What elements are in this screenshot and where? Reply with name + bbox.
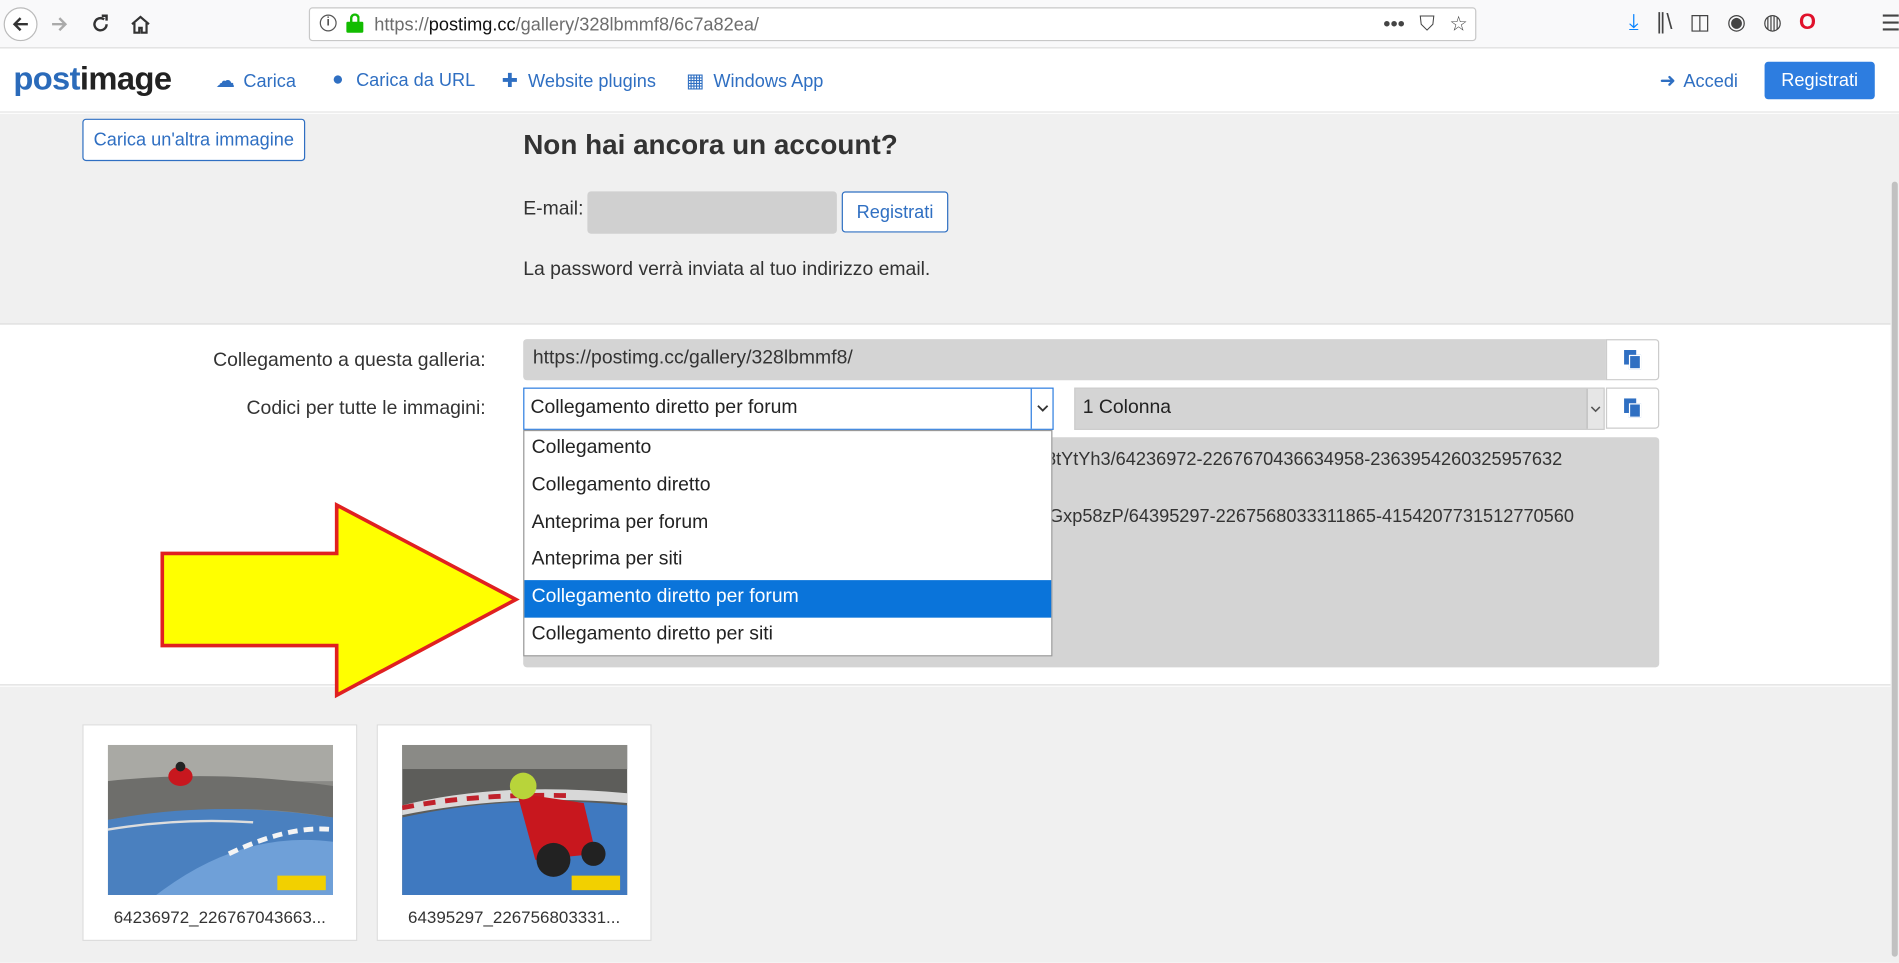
postimage-logo[interactable]: postimage bbox=[13, 61, 172, 99]
copy-gallery-link-button[interactable] bbox=[1605, 339, 1660, 381]
image-caption: 64236972_226767043663... bbox=[113, 907, 326, 927]
cloud-upload-icon: ☁ bbox=[215, 71, 235, 93]
puzzle-icon: ✚ bbox=[501, 71, 518, 93]
back-arrow-icon[interactable] bbox=[3, 7, 38, 42]
image-caption: 64395297_226756803331... bbox=[408, 907, 621, 927]
download-icon[interactable]: ⤓ bbox=[1629, 10, 1639, 35]
gallery-section: 64236972_226767043663... 64395297_226756… bbox=[0, 686, 1899, 963]
page-scrollbar[interactable] bbox=[1890, 113, 1899, 963]
codes-label: Codici per tutte le immagini: bbox=[246, 398, 486, 420]
lock-icon[interactable] bbox=[346, 13, 364, 33]
globe-icon: ● bbox=[332, 69, 344, 90]
url-text[interactable]: https://postimg.cc/gallery/328lbmmf8/6c7… bbox=[374, 15, 759, 36]
gallery-link-field[interactable]: https://postimg.cc/gallery/328lbmmf8/ bbox=[523, 339, 1606, 381]
library-icon[interactable]: ∥\ bbox=[1656, 10, 1673, 35]
copy-icon bbox=[1624, 350, 1642, 370]
upload-another-button[interactable]: Carica un'altra immagine bbox=[82, 118, 306, 162]
chevron-down-icon[interactable] bbox=[1586, 388, 1604, 429]
format-select-value: Collegamento diretto per forum bbox=[530, 397, 798, 418]
forward-arrow-icon[interactable] bbox=[44, 8, 75, 39]
nav-label: Website plugins bbox=[528, 70, 656, 92]
opera-icon[interactable]: O bbox=[1799, 10, 1816, 35]
nav-label: Carica da URL bbox=[356, 69, 476, 91]
nav-label: Windows App bbox=[713, 70, 824, 92]
login-link[interactable]: ➜ Accedi bbox=[1659, 69, 1738, 93]
bookmark-star-icon[interactable]: ☆ bbox=[1449, 12, 1467, 36]
password-note: La password verrà inviata al tuo indiriz… bbox=[523, 259, 931, 280]
image-card[interactable]: 64395297_226756803331... bbox=[376, 724, 652, 942]
windows-icon: ▦ bbox=[686, 71, 705, 93]
copy-icon bbox=[1624, 398, 1642, 418]
copy-codes-button[interactable] bbox=[1605, 387, 1660, 429]
annotation-arrow bbox=[160, 502, 520, 699]
dropdown-option[interactable]: Anteprima per siti bbox=[524, 543, 1051, 580]
dropdown-option-selected[interactable]: Collegamento diretto per forum bbox=[524, 580, 1052, 618]
format-select[interactable]: Collegamento diretto per forum bbox=[523, 387, 1054, 430]
code-line: c/K8tYtYh3/64236972-2267670436634958-236… bbox=[1019, 449, 1563, 470]
thumbnail-image[interactable] bbox=[107, 744, 334, 896]
chevron-down-icon[interactable] bbox=[1030, 388, 1053, 429]
extension-icon[interactable]: ◍ bbox=[1763, 10, 1782, 35]
dropdown-option[interactable]: Collegamento diretto per siti bbox=[524, 618, 1051, 655]
register-button-top[interactable]: Registrati bbox=[1764, 61, 1875, 100]
browser-toolbar: i https://postimg.cc/gallery/328lbmmf8/6… bbox=[0, 0, 1899, 49]
sign-in-icon: ➜ bbox=[1659, 71, 1676, 93]
nav-carica[interactable]: ☁ Carica bbox=[214, 69, 296, 93]
info-icon[interactable]: i bbox=[319, 14, 337, 32]
more-actions-icon[interactable]: ••• bbox=[1383, 12, 1405, 36]
pocket-icon[interactable]: ⛉ bbox=[1419, 12, 1434, 36]
scrollbar-thumb[interactable] bbox=[1891, 181, 1898, 957]
register-button[interactable]: Registrati bbox=[841, 191, 949, 233]
email-field[interactable] bbox=[587, 191, 837, 234]
nav-label: Carica bbox=[243, 70, 296, 92]
account-section: Carica un'altra immagine Non hai ancora … bbox=[0, 113, 1899, 325]
login-label: Accedi bbox=[1683, 70, 1738, 92]
site-header: postimage ☁ Carica ● Carica da URL ✚ Web… bbox=[0, 49, 1899, 113]
code-line: c/MGxp58zP/64395297-2267568033311865-415… bbox=[1019, 506, 1574, 527]
nav-windows-app[interactable]: ▦ Windows App bbox=[684, 69, 823, 93]
sidebar-icon[interactable]: ◫ bbox=[1689, 10, 1710, 35]
dropdown-option[interactable]: Collegamento diretto bbox=[524, 468, 1051, 505]
dropdown-option[interactable]: Anteprima per forum bbox=[524, 506, 1051, 543]
email-label: E-mail: bbox=[523, 198, 584, 220]
columns-select-value: 1 Colonna bbox=[1082, 397, 1172, 418]
account-title: Non hai ancora un account? bbox=[523, 128, 898, 160]
image-card[interactable]: 64236972_226767043663... bbox=[82, 724, 358, 942]
reload-icon[interactable] bbox=[85, 8, 116, 39]
account-icon[interactable]: ◉ bbox=[1727, 10, 1746, 35]
thumbnail-image[interactable] bbox=[402, 744, 628, 896]
nav-carica-da-url[interactable]: ● Carica da URL bbox=[327, 69, 475, 91]
nav-website-plugins[interactable]: ✚ Website plugins bbox=[499, 69, 656, 93]
home-icon[interactable] bbox=[125, 8, 156, 39]
dropdown-option[interactable]: Collegamento bbox=[524, 431, 1051, 468]
url-bar[interactable]: i https://postimg.cc/gallery/328lbmmf8/6… bbox=[308, 7, 1477, 42]
gallery-link-label: Collegamento a questa galleria: bbox=[213, 350, 486, 371]
format-dropdown-list: Collegamento Collegamento diretto Antepr… bbox=[523, 429, 1053, 657]
menu-icon[interactable]: ☰ bbox=[1881, 11, 1899, 36]
columns-select[interactable]: 1 Colonna bbox=[1074, 387, 1605, 430]
